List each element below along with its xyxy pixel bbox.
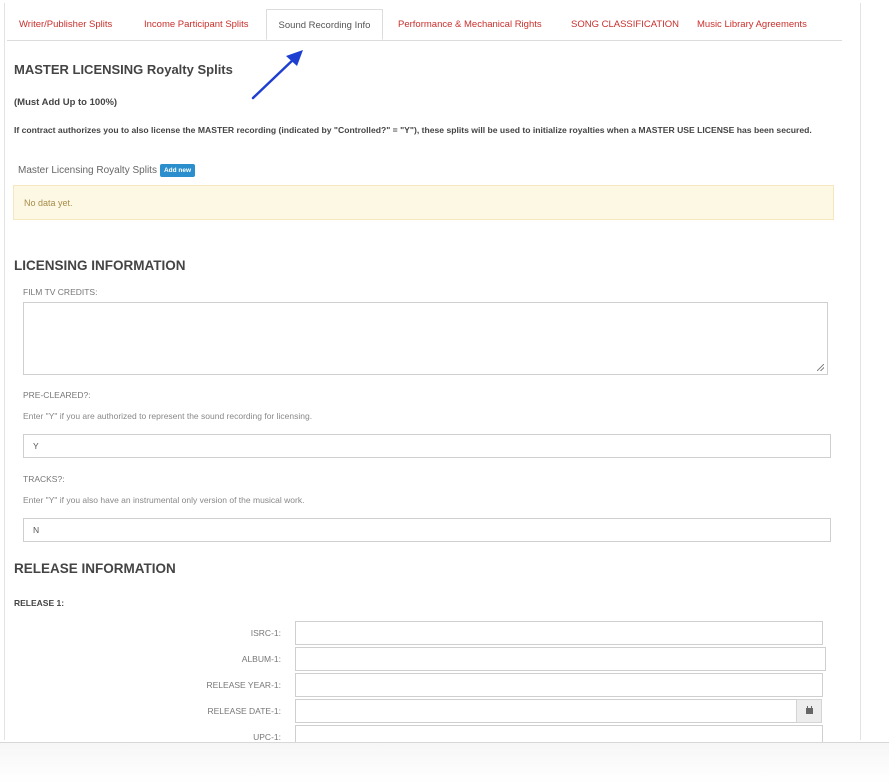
pre-cleared-label: PRE-CLEARED?: [23, 390, 91, 400]
calendar-icon [806, 706, 813, 714]
tracks-help: Enter "Y" if you also have an instrument… [23, 495, 305, 505]
tab-income-participant-splits[interactable]: Income Participant Splits [144, 9, 249, 39]
album-1-input[interactable] [295, 647, 826, 671]
master-licensing-title: MASTER LICENSING Royalty Splits [14, 62, 233, 77]
release-date-1-label: RELEASE DATE-1: [207, 706, 281, 716]
master-splits-row: Master Licensing Royalty Splits Add new [18, 164, 196, 177]
tab-writer-publisher-splits[interactable]: Writer/Publisher Splits [19, 9, 112, 39]
tab-bar: Writer/Publisher Splits Income Participa… [7, 9, 842, 41]
bottom-edge [0, 742, 889, 784]
tab-performance-mechanical-rights[interactable]: Performance & Mechanical Rights [398, 9, 542, 39]
release-1-label: RELEASE 1: [14, 598, 65, 608]
tab-music-library-agreements[interactable]: Music Library Agreements [697, 9, 807, 39]
tab-song-classification[interactable]: SONG CLASSIFICATION [571, 9, 679, 39]
resize-grip-icon[interactable] [817, 364, 824, 371]
isrc-1-input[interactable] [295, 621, 823, 645]
release-info-title: RELEASE INFORMATION [14, 561, 176, 576]
album-1-label: ALBUM-1: [241, 654, 281, 664]
empty-state-alert: No data yet. [13, 185, 834, 220]
release-year-1-input[interactable] [295, 673, 823, 697]
add-new-button[interactable]: Add new [159, 164, 196, 177]
film-tv-credits-label: FILM TV CREDITS: [23, 287, 98, 297]
release-date-1-input[interactable] [295, 699, 797, 723]
upc-1-label: UPC-1: [253, 732, 281, 742]
release-year-1-label: RELEASE YEAR-1: [206, 680, 282, 690]
master-description: If contract authorizes you to also licen… [14, 125, 812, 135]
calendar-button[interactable] [796, 699, 822, 723]
must-add-note: (Must Add Up to 100%) [14, 97, 118, 108]
master-splits-label: Master Licensing Royalty Splits [18, 165, 157, 177]
tracks-input[interactable]: N [23, 518, 831, 542]
licensing-info-title: LICENSING INFORMATION [14, 258, 186, 273]
film-tv-credits-textarea[interactable] [23, 302, 828, 375]
tracks-label: TRACKS?: [23, 474, 65, 484]
pre-cleared-help: Enter "Y" if you are authorized to repre… [23, 411, 313, 421]
tab-sound-recording-info[interactable]: Sound Recording Info [266, 9, 383, 40]
isrc-1-label: ISRC-1: [250, 628, 281, 638]
pre-cleared-input[interactable]: Y [23, 434, 831, 458]
